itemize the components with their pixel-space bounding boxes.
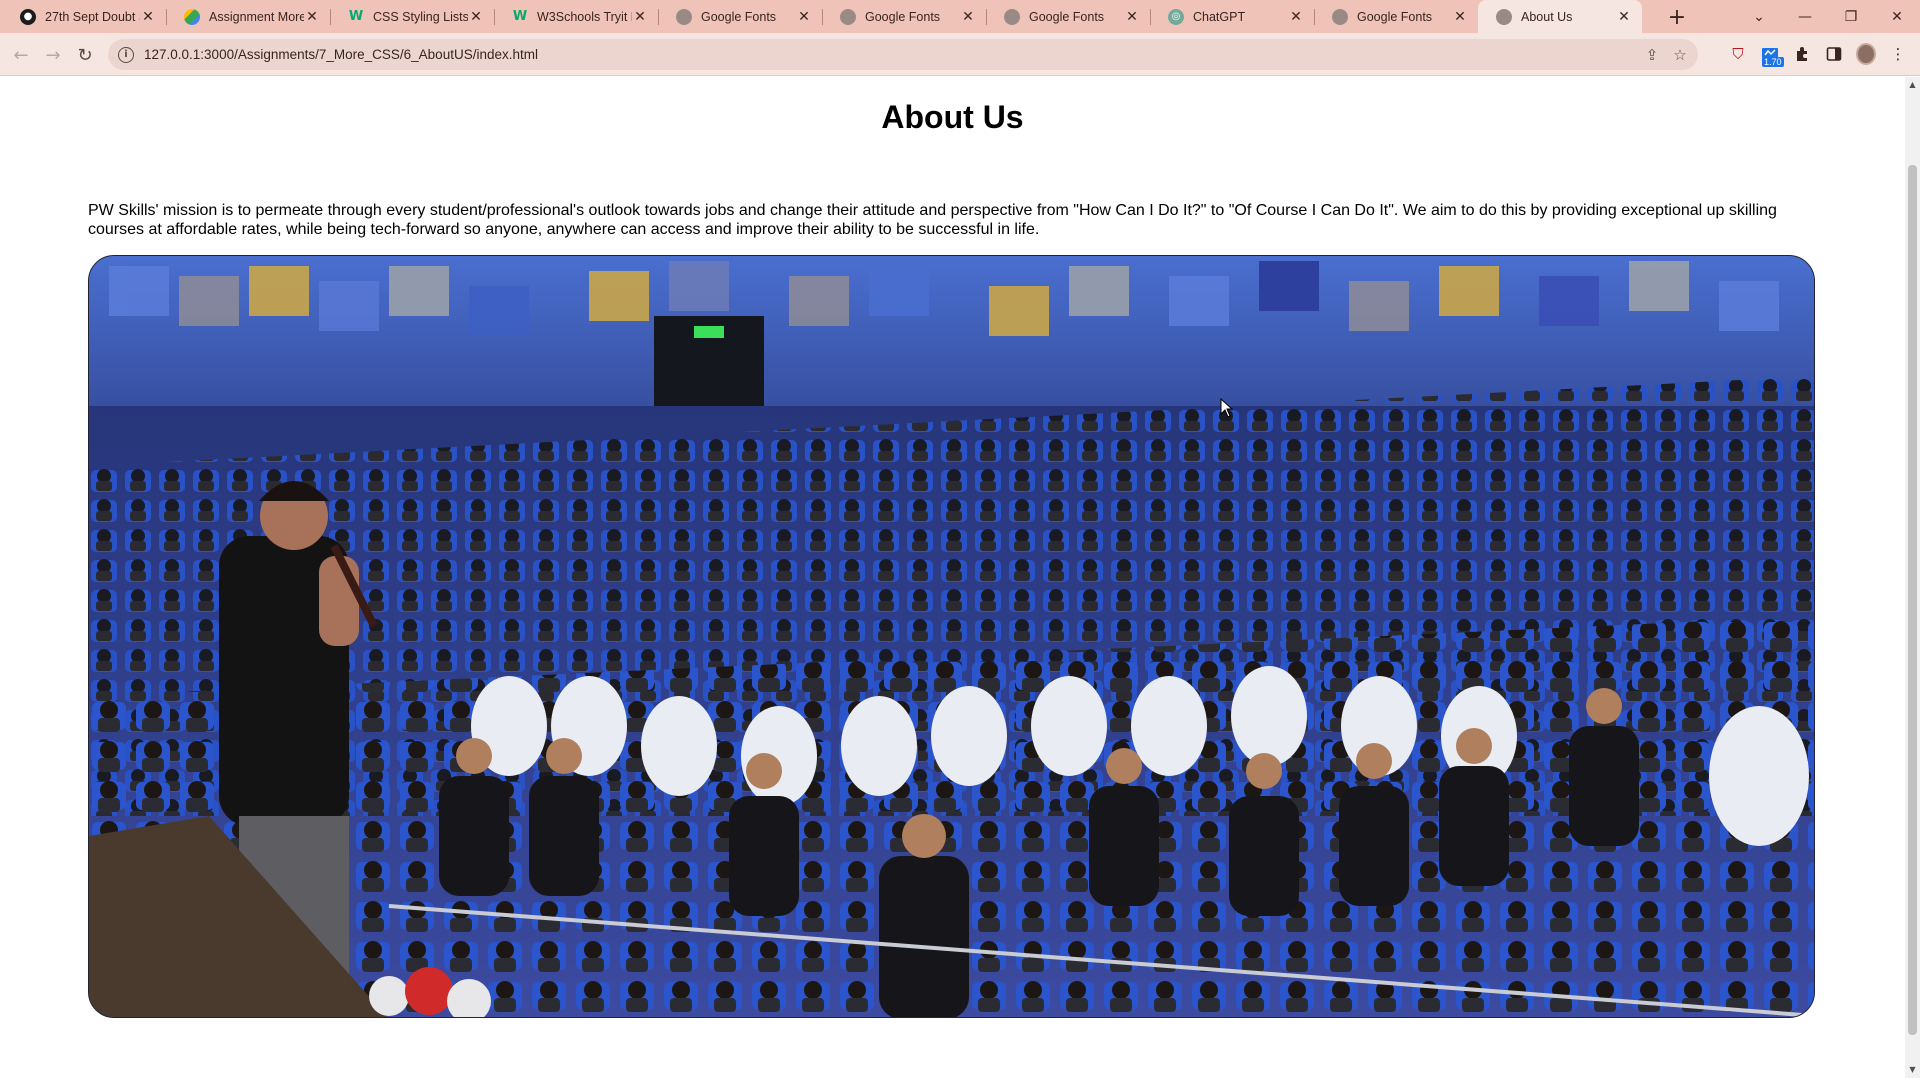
tab-title: W3Schools Tryit E bbox=[537, 9, 632, 24]
site-info-icon[interactable]: i bbox=[118, 46, 134, 63]
tab-close-icon[interactable]: ✕ bbox=[140, 9, 156, 25]
menu-kebab-icon[interactable]: ⋮ bbox=[1888, 44, 1908, 64]
scrollbar-thumb[interactable] bbox=[1908, 165, 1917, 1035]
back-button[interactable]: ← bbox=[7, 41, 35, 69]
extension-badge-count: 1.70 bbox=[1762, 57, 1784, 67]
tab-9[interactable]: Google Fonts ✕ bbox=[1314, 0, 1478, 33]
drive-icon bbox=[184, 8, 200, 25]
scroll-down-arrow-icon[interactable]: ▼ bbox=[1908, 1065, 1917, 1075]
w3schools-icon: W bbox=[512, 9, 528, 24]
tab-close-icon[interactable]: ✕ bbox=[468, 9, 484, 25]
tab-close-icon[interactable]: ✕ bbox=[1616, 9, 1632, 25]
tab-title: Assignment More bbox=[209, 9, 304, 24]
tab-2[interactable]: Assignment More ✕ bbox=[166, 0, 330, 33]
tab-title: Google Fonts bbox=[701, 9, 777, 24]
tab-close-icon[interactable]: ✕ bbox=[796, 9, 812, 25]
tab-close-icon[interactable]: ✕ bbox=[1124, 9, 1140, 25]
tab-close-icon[interactable]: ✕ bbox=[960, 9, 976, 25]
forward-button[interactable]: → bbox=[39, 41, 67, 69]
tab-6[interactable]: Google Fonts ✕ bbox=[822, 0, 986, 33]
globe-icon bbox=[1496, 8, 1512, 25]
tab-title: CSS Styling Lists bbox=[373, 9, 468, 24]
chatgpt-icon: ◎ bbox=[1168, 8, 1184, 25]
tab-close-icon[interactable]: ✕ bbox=[632, 9, 648, 25]
tab-10[interactable]: About Us ✕ bbox=[1478, 0, 1642, 33]
globe-icon bbox=[1004, 8, 1020, 25]
tab-title: Google Fonts bbox=[865, 9, 941, 24]
tab-8[interactable]: ◎ ChatGPT ✕ bbox=[1150, 0, 1314, 33]
scroll-up-arrow-icon[interactable]: ▲ bbox=[1908, 80, 1917, 90]
tab-close-icon[interactable]: ✕ bbox=[1452, 9, 1468, 25]
tab-strip: ● 27th Sept Doubt S ✕ Assignment More ✕ W CSS … bbox=[0, 0, 1920, 33]
github-icon: ● bbox=[20, 8, 36, 25]
browser-toolbar: ← → ↻ i 127.0.0.1:3000/Assignments/7_Mor… bbox=[0, 33, 1920, 76]
tab-1[interactable]: ● 27th Sept Doubt S ✕ bbox=[2, 0, 166, 33]
globe-icon bbox=[676, 8, 692, 25]
tab-5[interactable]: Google Fonts ✕ bbox=[658, 0, 822, 33]
tab-4[interactable]: W W3Schools Tryit E ✕ bbox=[494, 0, 658, 33]
globe-icon bbox=[1332, 8, 1348, 25]
profile-avatar[interactable] bbox=[1856, 43, 1876, 65]
tab-3[interactable]: W CSS Styling Lists ✕ bbox=[330, 0, 494, 33]
tab-close-icon[interactable]: ✕ bbox=[304, 9, 320, 25]
ublock-shield-icon[interactable]: ⛉ bbox=[1728, 44, 1748, 64]
bookmark-star-icon[interactable]: ☆ bbox=[1670, 45, 1690, 65]
page-viewport: About Us PW Skills' mission is to permea… bbox=[0, 77, 1905, 1078]
tab-close-icon[interactable]: ✕ bbox=[1288, 9, 1304, 25]
page-title: About Us bbox=[881, 99, 1024, 135]
extension-badge-icon[interactable]: 1.70 bbox=[1760, 44, 1784, 67]
close-window-button[interactable]: ✕ bbox=[1874, 0, 1920, 33]
restore-button[interactable]: ❐ bbox=[1828, 0, 1874, 33]
new-tab-button[interactable]: + bbox=[1664, 4, 1690, 30]
tab-title: Google Fonts bbox=[1029, 9, 1105, 24]
mouse-cursor-icon bbox=[1220, 397, 1234, 418]
page-scrollbar[interactable]: ▲ ▼ bbox=[1905, 77, 1920, 1078]
tab-7[interactable]: Google Fonts ✕ bbox=[986, 0, 1150, 33]
extensions-puzzle-icon[interactable] bbox=[1792, 44, 1812, 64]
share-icon[interactable]: ⇪ bbox=[1642, 45, 1662, 65]
address-url[interactable]: 127.0.0.1:3000/Assignments/7_More_CSS/6_… bbox=[144, 47, 538, 62]
tab-search-icon[interactable]: ⌄ bbox=[1736, 0, 1782, 33]
minimize-button[interactable]: — bbox=[1782, 0, 1828, 33]
tab-title: Google Fonts bbox=[1357, 9, 1433, 24]
tab-title: 27th Sept Doubt S bbox=[45, 9, 140, 24]
auditorium-photo bbox=[88, 255, 1815, 1018]
address-bar[interactable]: i 127.0.0.1:3000/Assignments/7_More_CSS/… bbox=[108, 39, 1698, 70]
tab-title: About Us bbox=[1521, 9, 1573, 24]
w3schools-icon: W bbox=[348, 9, 364, 24]
reload-button[interactable]: ↻ bbox=[71, 41, 99, 69]
mission-paragraph: PW Skills' mission is to permeate throug… bbox=[88, 202, 1777, 238]
globe-icon bbox=[840, 8, 856, 25]
side-panel-icon[interactable] bbox=[1824, 44, 1844, 64]
tab-title: ChatGPT bbox=[1193, 9, 1246, 24]
